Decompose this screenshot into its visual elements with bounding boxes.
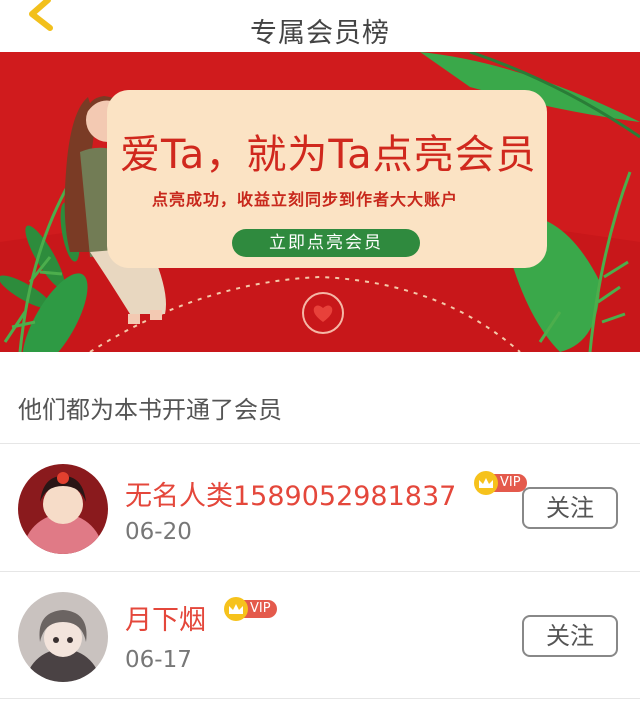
crown-icon	[224, 597, 248, 621]
follow-button[interactable]: 关注	[522, 487, 618, 529]
member-date: 06-20	[125, 519, 192, 545]
banner-headline: 爱Ta，就为Ta点亮会员	[120, 132, 537, 178]
crown-icon	[474, 471, 498, 495]
banner-subline: 点亮成功，收益立刻同步到作者大大账户	[152, 190, 459, 209]
member-name[interactable]: 无名人类1589052981837	[125, 474, 456, 513]
member-name[interactable]: 月下烟	[125, 598, 206, 637]
vip-badge: VIP	[224, 597, 277, 621]
divider	[0, 698, 640, 699]
follow-button[interactable]: 关注	[522, 615, 618, 657]
member-section-title: 他们都为本书开通了会员	[18, 396, 282, 424]
member-date: 06-17	[125, 647, 192, 673]
avatar[interactable]	[18, 592, 108, 682]
member-row[interactable]: 无名人类1589052981837 VIP 06-20 关注	[0, 444, 640, 571]
page-title: 专属会员榜	[250, 18, 390, 49]
header-bar: 专属会员榜	[0, 0, 640, 52]
vip-badge: VIP	[474, 471, 527, 495]
heart-seal-icon	[302, 292, 344, 334]
membership-banner[interactable]: 爱Ta，就为Ta点亮会员 点亮成功，收益立刻同步到作者大大账户 立即点亮会员	[0, 52, 640, 352]
avatar[interactable]	[18, 464, 108, 554]
light-up-membership-button[interactable]: 立即点亮会员	[232, 229, 420, 257]
member-row[interactable]: 月下烟 VIP 06-17 关注	[0, 572, 640, 699]
